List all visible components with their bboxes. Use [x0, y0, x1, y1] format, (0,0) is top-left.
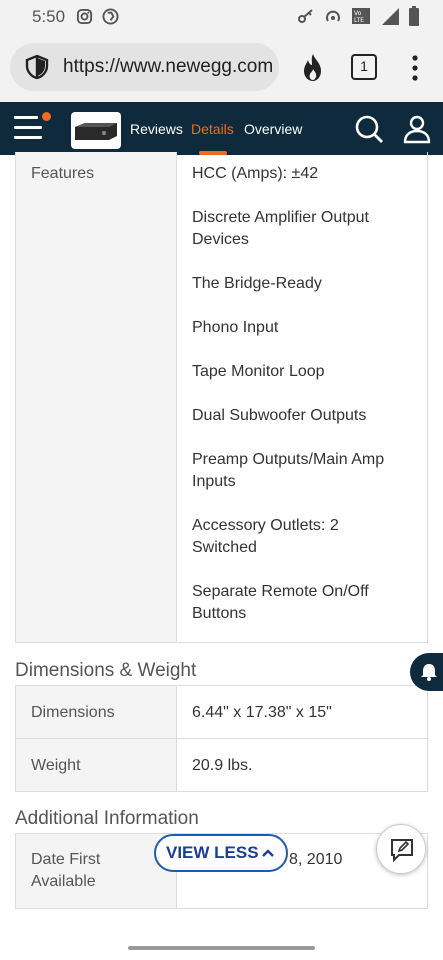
feedback-button[interactable] — [376, 824, 426, 874]
bell-icon — [421, 664, 437, 681]
features-table: Features HCC (Amps): ±42 Discrete Amplif… — [15, 152, 428, 643]
address-bar[interactable]: https://www.newegg.com — [10, 43, 279, 91]
notification-dot — [42, 112, 51, 121]
weight-label: Weight — [16, 739, 177, 791]
table-row: Features HCC (Amps): ±42 Discrete Amplif… — [16, 152, 427, 642]
instagram-icon — [76, 8, 93, 25]
feature-item: Phono Input — [192, 319, 279, 336]
product-thumbnail[interactable] — [71, 112, 121, 149]
feedback-icon — [391, 839, 413, 863]
svg-text:Vo: Vo — [354, 10, 362, 17]
search-icon[interactable] — [354, 114, 384, 144]
tab-switcher-button[interactable]: 1 — [351, 54, 377, 80]
view-less-label: VIEW LESS — [166, 843, 259, 862]
table-row: Weight 20.9 lbs. — [16, 738, 427, 791]
hotspot-icon — [326, 10, 340, 22]
table-row: Dimensions 6.44" x 17.38" x 15" — [16, 686, 427, 738]
dimensions-value: 6.44" x 17.38" x 15" — [192, 704, 332, 721]
shield-icon[interactable] — [24, 54, 50, 80]
url-text[interactable]: https://www.newegg.com — [63, 56, 273, 78]
status-bar: 5:50 Vo LTE — [0, 0, 443, 34]
status-time: 5:50 — [32, 7, 66, 26]
feature-item: The Bridge-Ready — [192, 275, 322, 292]
user-account-icon[interactable] — [402, 114, 432, 144]
tab-overview[interactable]: Overview — [244, 121, 302, 137]
flame-icon[interactable] — [299, 53, 327, 83]
feature-item: Separate Remote On/Off Buttons — [192, 583, 369, 622]
date-available-label: Date First Available — [16, 834, 177, 908]
hamburger-menu-icon[interactable] — [14, 116, 42, 142]
notification-bell-button[interactable] — [410, 653, 443, 691]
amplifier-image-icon — [75, 123, 117, 140]
tab-reviews[interactable]: Reviews — [130, 121, 183, 137]
lte-signal-icon — [382, 8, 399, 25]
overflow-menu-icon[interactable] — [406, 54, 424, 82]
feature-item: Accessory Outlets: 2 Switched — [192, 517, 339, 556]
features-values: HCC (Amps): ±42 Discrete Amplifier Outpu… — [177, 152, 427, 642]
gesture-home-bar[interactable] — [128, 946, 315, 950]
chevron-up-icon — [262, 849, 274, 857]
feature-item: HCC (Amps): ±42 — [192, 165, 319, 182]
dimensions-table: Dimensions 6.44" x 17.38" x 15" Weight 2… — [15, 685, 428, 792]
features-label: Features — [16, 152, 177, 642]
app-notification-icon — [102, 8, 119, 25]
section-title-dimensions: Dimensions & Weight — [15, 660, 197, 681]
dimensions-label: Dimensions — [16, 686, 177, 738]
feature-item: Dual Subwoofer Outputs — [192, 407, 367, 424]
feature-item: Discrete Amplifier Output Devices — [192, 209, 369, 248]
key-icon — [298, 9, 313, 23]
battery-icon — [409, 6, 419, 26]
feature-item: Preamp Outputs/Main Amp Inputs — [192, 451, 385, 490]
tab-details[interactable]: Details — [191, 121, 234, 137]
volte-icon: VoLTE — [352, 8, 370, 24]
feature-item: Tape Monitor Loop — [192, 363, 325, 380]
section-title-additional: Additional Information — [15, 808, 199, 829]
svg-text:LTE: LTE — [354, 17, 364, 24]
browser-toolbar: https://www.newegg.com 1 — [0, 34, 443, 102]
site-nav: Reviews Details Overview — [0, 102, 443, 155]
view-less-button[interactable]: VIEW LESS — [154, 834, 288, 872]
weight-value: 20.9 lbs. — [192, 757, 253, 774]
